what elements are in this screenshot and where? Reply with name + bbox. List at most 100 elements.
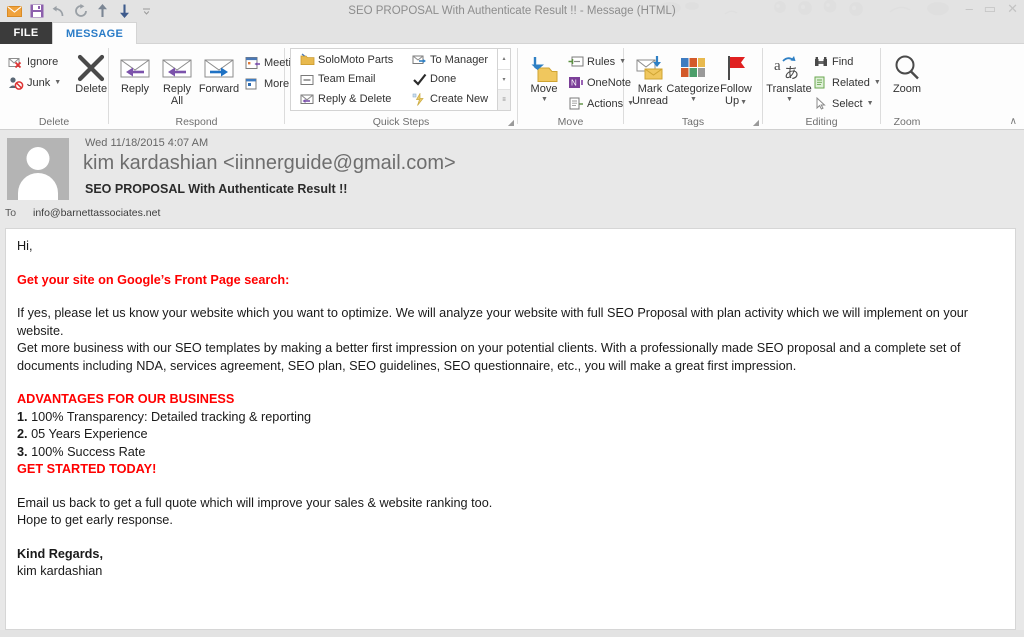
translate-icon: aあ	[773, 50, 805, 82]
quick-step-label: Reply & Delete	[318, 93, 392, 106]
message-sender[interactable]: kim kardashian <iinnerguide@gmail.com>	[83, 152, 456, 175]
customize-qat-icon[interactable]	[139, 4, 154, 19]
undo-icon[interactable]	[51, 4, 66, 19]
select-button[interactable]: Select ▼	[810, 93, 884, 114]
quick-step-create-new[interactable]: Create New	[408, 90, 492, 109]
body-signature: kim kardashian	[17, 564, 103, 578]
zoom-button[interactable]: Zoom	[886, 48, 928, 98]
meeting-icon	[245, 55, 261, 71]
quick-steps-dialog-launcher[interactable]: ◢	[508, 118, 514, 127]
redo-icon[interactable]	[73, 4, 88, 19]
chevron-down-icon[interactable]: ▼	[541, 96, 548, 103]
quick-steps-more[interactable]: ≡	[498, 90, 510, 111]
quick-step-solomoto-parts[interactable]: SoloMoto Parts	[296, 50, 402, 69]
avatar	[7, 138, 69, 200]
message-body-panel[interactable]: Hi, Get your site on Google’s Front Page…	[5, 228, 1016, 630]
lightning-icon	[411, 91, 427, 107]
message-date: Wed 11/18/2015 4:07 AM	[85, 137, 209, 149]
tab-message[interactable]: MESSAGE	[52, 22, 138, 44]
find-button[interactable]: Find	[810, 51, 884, 72]
quick-steps-scroll-down[interactable]: ▾	[498, 70, 510, 91]
reply-delete-icon	[299, 91, 315, 107]
advantage-text: 100% Transparency: Detailed tracking & r…	[31, 409, 312, 424]
tags-dialog-launcher[interactable]: ◢	[753, 118, 759, 127]
reply-all-button[interactable]: Reply All	[156, 48, 198, 109]
collapse-ribbon-button[interactable]: ∧	[1010, 116, 1017, 127]
envelope-icon[interactable]	[7, 4, 22, 19]
forward-label: Forward	[198, 83, 240, 95]
message-subject: SEO PROPOSAL With Authenticate Result !!	[85, 182, 348, 196]
forward-button[interactable]: Forward	[198, 48, 240, 98]
quick-step-done[interactable]: Done	[408, 70, 492, 89]
to-recipient[interactable]: info@barnettassociates.net	[33, 207, 160, 219]
group-label-tags: Tags ◢	[624, 113, 762, 130]
actions-label: Actions	[587, 97, 624, 110]
reply-all-label-line2: All	[170, 94, 184, 107]
quick-step-reply-and-delete[interactable]: Reply & Delete	[296, 90, 402, 109]
outlook-message-window: SEO PROPOSAL With Authenticate Result !!…	[0, 0, 1024, 637]
to-manager-icon	[411, 52, 427, 68]
previous-item-icon[interactable]	[95, 4, 110, 19]
close-button[interactable]: ✕	[1007, 2, 1018, 15]
quick-steps-gallery[interactable]: SoloMoto Parts Team Email Reply & Delete…	[290, 48, 511, 111]
folder-icon	[299, 52, 315, 68]
chevron-down-icon[interactable]: ▼	[786, 96, 793, 103]
quick-step-team-email[interactable]: Team Email	[296, 70, 402, 89]
reply-button[interactable]: Reply	[114, 48, 156, 98]
delete-label: Delete	[75, 83, 108, 95]
chevron-down-icon[interactable]: ▼	[690, 96, 697, 103]
categorize-button[interactable]: Categorize ▼	[666, 48, 720, 105]
group-label-respond: Respond	[175, 115, 218, 128]
reply-icon	[118, 50, 152, 82]
team-email-icon	[299, 71, 315, 87]
body-advantage-item: 2. 05 Years Experience	[17, 426, 1004, 444]
minimize-button[interactable]: –	[966, 2, 973, 15]
mark-unread-label-line1: Mark	[637, 83, 663, 95]
quick-steps-scrollbar[interactable]: ▴ ▾ ≡	[497, 49, 510, 111]
related-icon	[813, 75, 829, 91]
quick-steps-scroll-up[interactable]: ▴	[498, 49, 510, 70]
reply-all-icon	[160, 50, 194, 82]
quick-access-toolbar[interactable]	[0, 4, 154, 19]
chevron-down-icon[interactable]: ▼	[740, 99, 747, 106]
svg-text:a: a	[774, 58, 781, 74]
move-button[interactable]: Move ▼	[523, 48, 565, 105]
chevron-down-icon[interactable]: ▼	[54, 79, 61, 86]
ignore-button[interactable]: Ignore	[5, 51, 64, 72]
avatar-head	[26, 147, 50, 170]
tab-file[interactable]: FILE	[0, 22, 52, 44]
more-icon	[245, 76, 261, 92]
chevron-down-icon[interactable]: ▼	[867, 100, 874, 107]
maximize-button[interactable]: ▭	[984, 2, 996, 15]
mark-unread-button[interactable]: Mark Unread	[629, 48, 671, 109]
mark-unread-label-line2: Unread	[631, 94, 669, 107]
quick-step-label: To Manager	[430, 53, 489, 66]
ribbon-group-delete: Ignore Junk ▼ Delete Delete	[0, 44, 108, 130]
save-icon[interactable]	[29, 4, 44, 19]
follow-up-button[interactable]: Follow Up▼	[715, 48, 757, 110]
svg-text:N: N	[571, 79, 577, 88]
chevron-down-icon[interactable]: ▼	[874, 79, 881, 86]
tab-strip-filler	[137, 23, 1024, 44]
quick-step-to-manager[interactable]: To Manager	[408, 50, 492, 69]
magnifier-icon	[893, 50, 921, 82]
avatar-body	[18, 173, 58, 200]
next-item-icon[interactable]	[117, 4, 132, 19]
quick-step-label: Team Email	[318, 73, 376, 86]
window-controls[interactable]: – ▭ ✕	[966, 2, 1018, 15]
delete-button[interactable]: Delete	[70, 48, 112, 98]
reply-label: Reply	[120, 83, 150, 95]
ribbon-group-editing: aあ Translate ▼ Find Related ▼ Select ▼ E…	[763, 44, 881, 130]
window-bottom-edge	[0, 630, 1024, 637]
follow-up-label-line2: Up▼	[725, 95, 747, 109]
junk-label: Junk	[27, 76, 51, 89]
svg-text:あ: あ	[784, 65, 799, 82]
translate-button[interactable]: aあ Translate ▼	[766, 48, 812, 105]
related-button[interactable]: Related ▼	[810, 72, 884, 93]
delete-x-icon	[76, 50, 106, 82]
ribbon-group-quick-steps: SoloMoto Parts Team Email Reply & Delete…	[285, 44, 517, 130]
reply-all-label-line1: Reply	[162, 83, 192, 95]
move-folder-icon	[529, 50, 559, 82]
junk-button[interactable]: Junk ▼	[5, 72, 64, 93]
forward-icon	[202, 50, 236, 82]
